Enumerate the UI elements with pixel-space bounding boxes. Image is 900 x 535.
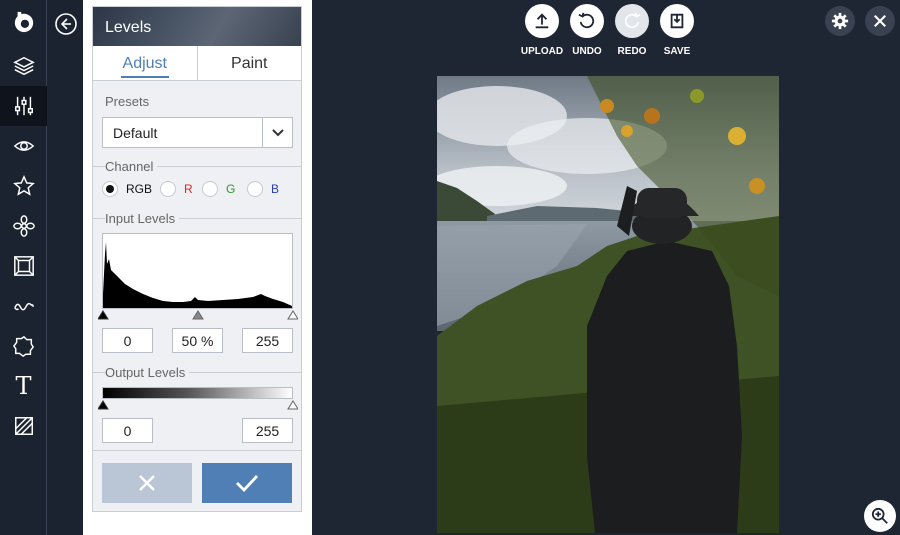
radio-dot (202, 181, 218, 197)
rail-artsy[interactable] (0, 206, 47, 246)
rail-textures[interactable] (0, 286, 47, 326)
undo-button[interactable]: UNDO (565, 4, 609, 57)
histogram-graph (103, 242, 292, 308)
channel-g-label: G (226, 182, 236, 196)
output-black-value[interactable]: 0 (102, 418, 153, 443)
panel-title: Levels (93, 7, 301, 46)
input-slider-handles (97, 310, 299, 320)
check-icon (236, 475, 259, 492)
arrow-left-circle-icon (55, 13, 77, 35)
tab-adjust[interactable]: Adjust (93, 46, 197, 80)
tab-paint-label: Paint (231, 55, 268, 72)
channel-rgb-label: RGB (126, 182, 153, 196)
close-icon (874, 15, 886, 27)
rail-shapes[interactable] (0, 326, 47, 366)
channel-label: Channel (105, 159, 158, 174)
photo-canvas[interactable] (437, 76, 779, 533)
overlay-icon (14, 417, 33, 435)
upload-button[interactable]: UPLOAD (520, 4, 564, 57)
save-label: SAVE (663, 46, 691, 57)
rail-overlays[interactable] (0, 406, 47, 446)
undo-icon (570, 4, 604, 38)
tab-adjust-label: Adjust (120, 55, 169, 78)
gear-icon (831, 12, 849, 30)
save-button[interactable]: SAVE (655, 4, 699, 57)
channel-r-radio[interactable]: R (160, 181, 193, 197)
input-white-value[interactable]: 255 (242, 328, 293, 353)
rail-edit[interactable] (0, 86, 47, 126)
divider (93, 450, 301, 451)
shape-icon (12, 335, 34, 357)
channel-rgb-radio[interactable]: RGB (102, 181, 152, 197)
photo-image (437, 76, 779, 533)
output-level-sliders (97, 398, 299, 410)
rail-favorites[interactable] (0, 166, 47, 206)
channel-r-label: R (184, 182, 193, 196)
histogram (102, 233, 293, 309)
upload-label: UPLOAD (520, 46, 564, 57)
eye-icon (13, 141, 34, 151)
output-black-handle (97, 400, 109, 410)
settings-button[interactable] (825, 6, 855, 36)
upload-icon (525, 4, 559, 38)
close-icon (139, 475, 155, 491)
tab-paint[interactable]: Paint (196, 46, 302, 80)
layers-icon (12, 56, 35, 76)
zoom-in-icon (871, 507, 888, 524)
apply-button[interactable] (202, 463, 292, 503)
output-slider-handles (97, 400, 299, 410)
cancel-button[interactable] (102, 463, 192, 503)
redo-button[interactable]: REDO (610, 4, 654, 57)
panel-tabs: Adjust Paint (93, 46, 301, 81)
save-icon (660, 4, 694, 38)
text-icon: T (15, 372, 32, 400)
befunky-logo[interactable] (0, 0, 47, 44)
panel-gutter (47, 0, 83, 535)
black-point-handle (97, 310, 109, 320)
input-mid-value[interactable]: 50 % (172, 328, 223, 353)
channel-b-label: B (271, 182, 280, 196)
radio-dot (247, 181, 263, 197)
input-black-value[interactable]: 0 (102, 328, 153, 353)
sliders-icon (14, 96, 33, 116)
output-white-handle (287, 400, 299, 410)
white-point-handle (287, 310, 299, 320)
chevron-down-icon (262, 118, 292, 147)
output-levels-label: Output Levels (105, 365, 190, 380)
rail-effects[interactable] (0, 126, 47, 166)
input-level-sliders (97, 308, 299, 320)
star-icon (12, 175, 35, 196)
rail-layers[interactable] (0, 46, 47, 86)
texture-icon (13, 302, 34, 311)
flower-icon (12, 215, 35, 237)
radio-dot (102, 181, 118, 197)
presets-dropdown[interactable]: Default (102, 117, 293, 148)
levels-panel: Levels Adjust Paint Presets Default Chan… (92, 6, 302, 512)
channel-options: RGB R G B (102, 181, 297, 199)
output-white-value[interactable]: 255 (242, 418, 293, 443)
undo-label: UNDO (572, 46, 602, 57)
presets-value: Default (113, 125, 158, 141)
tool-rail: T (0, 0, 47, 535)
rail-text[interactable]: T (0, 366, 47, 406)
input-levels-label: Input Levels (105, 211, 180, 226)
back-button[interactable] (55, 13, 77, 35)
redo-label: REDO (617, 46, 647, 57)
presets-label: Presets (105, 94, 150, 109)
radio-dot (160, 181, 176, 197)
close-button[interactable] (865, 6, 895, 36)
channel-g-radio[interactable]: G (202, 181, 235, 197)
channel-b-radio[interactable]: B (247, 181, 279, 197)
frame-icon (13, 256, 34, 276)
rail-frames[interactable] (0, 246, 47, 286)
midtone-handle (192, 310, 204, 320)
redo-icon (615, 4, 649, 38)
logo-icon (14, 11, 33, 33)
zoom-button[interactable] (864, 500, 896, 532)
